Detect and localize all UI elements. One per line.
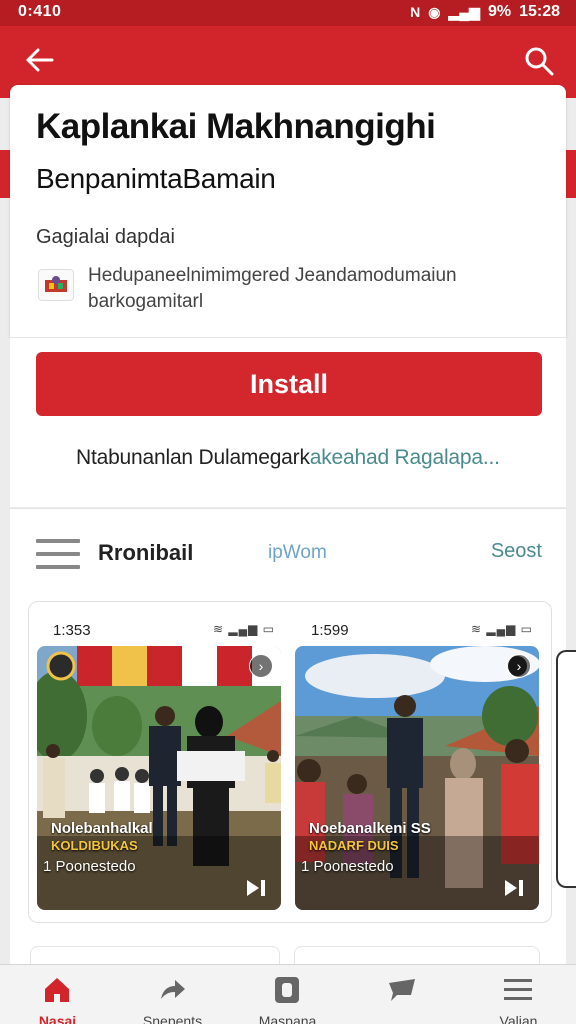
screenshot-status-icons: ≋ ▂▄▆ ▭ [470, 622, 533, 636]
notice-link[interactable]: akeahad Ragalapa... [310, 446, 500, 469]
screenshot-caption-highlight: NADARF DUIS [309, 838, 399, 853]
battery-level: 9% [487, 3, 512, 20]
status-time: 0:410 [18, 3, 62, 20]
screenshot-caption-highlight: KOLDIBUKAS [51, 838, 138, 853]
install-notice: Ntabunanlan Dulamegarkakeahad Ragalapa..… [76, 446, 500, 470]
screenshot-time: 1:353 [53, 622, 91, 639]
bottom-navigation: Nasai Snepents Maspana Valian [0, 964, 576, 1024]
app-info-card: Kaplankai Makhnangighi BenpanimtaBamain … [10, 85, 566, 337]
install-button[interactable]: Install [36, 352, 542, 416]
expand-icon[interactable]: › [249, 654, 273, 678]
play-icon[interactable] [503, 878, 525, 898]
screenshots-section: Rronibail ipWom Seost 1:353 ≋ ▂▄▆ ▭ › No… [10, 508, 566, 968]
section-subtitle[interactable]: ipWom [268, 542, 327, 564]
nav-label: Nasai [38, 1013, 77, 1024]
notice-text: Ntabunanlan Dulamegark [76, 446, 310, 469]
nav-apps[interactable]: Maspana [230, 965, 345, 1024]
screenshot-carousel[interactable]: 1:353 ≋ ▂▄▆ ▭ › Nolebanhalkal KOLDIBUKAS… [28, 601, 552, 923]
forward-icon [155, 975, 189, 1005]
hamburger-icon[interactable] [36, 539, 80, 573]
section-title: Rronibail [98, 540, 194, 565]
chat-icon [385, 975, 419, 1005]
expand-icon[interactable]: › [507, 654, 531, 678]
next-card-peek [294, 946, 540, 966]
screenshot-caption: Nolebanhalkal [51, 820, 153, 837]
screenshot-status-icons: ≋ ▂▄▆ ▭ [212, 622, 275, 636]
nav-label: Snepents [142, 1013, 203, 1024]
app-title: Kaplankai Makhnangighi [36, 107, 436, 146]
nav-label: Maspana [258, 1013, 317, 1024]
next-screenshot-peek[interactable] [556, 650, 576, 888]
background-edge [0, 236, 10, 276]
nav-menu[interactable]: Valian [461, 965, 576, 1024]
menu-icon [501, 975, 535, 1005]
nav-label: Valian [499, 1013, 538, 1024]
section-action-link[interactable]: Seost [491, 540, 542, 563]
screenshot-caption-footer: 1 Poonestedo [301, 858, 394, 875]
notification-icon: N [410, 4, 421, 20]
install-panel: Install Ntabunanlan Dulamegarkakeahad Ra… [10, 337, 566, 507]
developer-name[interactable]: Gagialai dapdai [36, 226, 175, 249]
app-description: Hedupaneelnimimgered Jeandamodumaiun bar… [88, 265, 457, 312]
search-icon[interactable] [522, 44, 556, 78]
home-icon [40, 975, 74, 1005]
nav-home[interactable]: Nasai [0, 965, 115, 1024]
status-bar: 0:410 N ◉ ▂▄▆ 9% 15:28 [0, 0, 576, 26]
status-icons: N ◉ ▂▄▆ 9% 15:28 [410, 3, 560, 21]
nav-share[interactable]: Snepents [115, 965, 230, 1024]
play-icon[interactable] [245, 878, 267, 898]
status-clock: 15:28 [519, 3, 560, 20]
signal-icon: ▂▄▆ [448, 3, 480, 20]
screenshot-card[interactable]: 1:353 ≋ ▂▄▆ ▭ › Nolebanhalkal KOLDIBUKAS… [29, 602, 281, 912]
screenshot-caption-footer: 1 Poonestedo [43, 858, 136, 875]
wifi-icon: ◉ [428, 3, 441, 20]
screenshot-card[interactable]: 1:599 ≋ ▂▄▆ ▭ › Noebanalkeni SS NADARF D… [287, 602, 539, 912]
screenshot-caption: Noebanalkeni SS [309, 820, 431, 837]
app-subtitle: BenpanimtaBamain [36, 163, 276, 194]
content-rating-icon [38, 269, 74, 301]
next-card-peek [30, 946, 280, 966]
screenshot-time: 1:599 [311, 622, 349, 639]
app-icon [270, 975, 304, 1005]
back-arrow-icon[interactable] [22, 42, 62, 78]
nav-chat[interactable] [345, 965, 460, 1024]
